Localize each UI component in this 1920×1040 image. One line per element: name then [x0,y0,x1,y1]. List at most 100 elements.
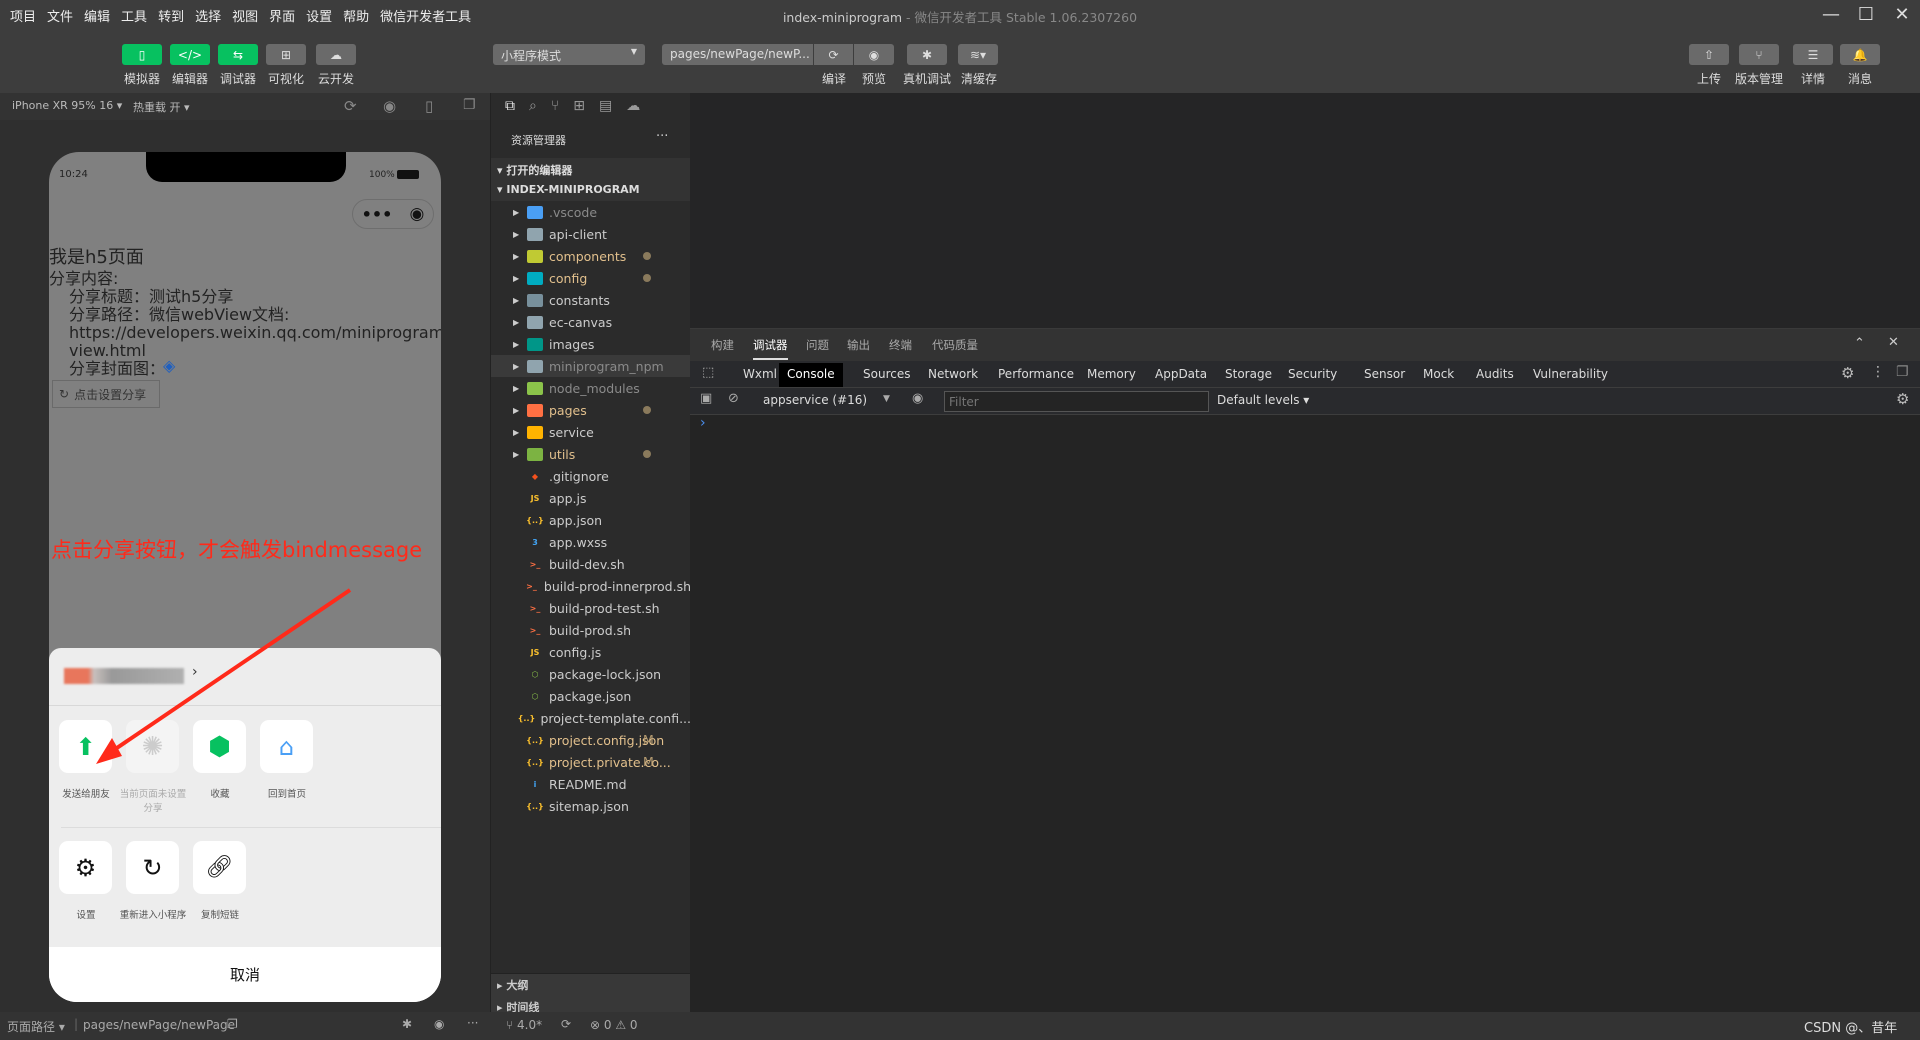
page-select[interactable]: pages/newPage/newP... [662,44,813,65]
sheet-option-2[interactable]: 🔗︎ [193,841,246,894]
code-button[interactable]: </> [170,44,210,65]
git-branch[interactable]: ⑂ 4.0* [506,1018,542,1032]
set-share-button[interactable]: ↻ 点击设置分享 [52,380,160,408]
devtools-tab[interactable]: Vulnerability [1525,363,1616,387]
devtools-tab[interactable]: Mock [1415,363,1462,387]
more-icon[interactable]: ··· [467,1016,478,1030]
folder-item[interactable]: ▶ api-client [491,223,691,245]
console-prompt[interactable]: › [700,415,706,431]
devtools-tab[interactable]: Storage [1217,363,1280,387]
file-item[interactable]: ⬡ package-lock.json [491,663,691,685]
clear-console-icon[interactable]: ⊘ [728,391,739,406]
file-item[interactable]: >_ build-dev.sh [491,553,691,575]
record-icon[interactable]: ◉ [383,97,396,115]
extensions-icon[interactable]: ⊞ [573,98,585,121]
phone-button[interactable]: ▯ [122,44,162,65]
file-item[interactable]: ⬡ package.json [491,685,691,707]
panel-tab[interactable]: 调试器 [753,337,788,360]
compile-button[interactable]: ⟳ [814,44,853,65]
panel-tab[interactable]: 输出 [847,337,870,353]
branch-button[interactable]: ⑂ [1739,44,1779,65]
exit-circle-icon[interactable]: ◉ [410,204,425,224]
file-item[interactable]: {..} project-template.confi... [491,707,691,729]
file-item[interactable]: {..} project.private.co... M [491,751,691,773]
search-icon[interactable]: ⌕ [529,98,537,121]
debug-swap-button[interactable]: ⇆ [218,44,258,65]
share-option-3[interactable]: ⌂ [260,720,313,773]
share-option-0[interactable]: ⬆ [59,720,112,773]
docker-icon[interactable]: ☁ [626,98,640,121]
bug-icon[interactable]: ✱ [402,1017,412,1031]
panel-tab[interactable]: 终端 [889,337,912,353]
open-editors-section[interactable]: ▾ 打开的编辑器 [491,158,691,179]
file-item[interactable]: >_ build-prod-test.sh [491,597,691,619]
minimize-button[interactable]: — [1819,4,1843,25]
sheet-option-0[interactable]: ⚙ [59,841,112,894]
inspect-element-icon[interactable]: ⬚ [702,365,714,380]
save-icon[interactable]: ▤ [599,98,612,121]
collapse-icon[interactable]: ⌃ [1854,336,1865,351]
devtools-tab[interactable]: Wxml [735,363,785,387]
close-window-button[interactable]: ✕ [1890,4,1914,25]
file-item[interactable]: i README.md [491,773,691,795]
folder-item[interactable]: ▶ ec-canvas [491,311,691,333]
chevron-right-icon[interactable]: › [192,664,198,680]
log-levels-select[interactable]: Default levels ▾ [1217,393,1309,407]
cancel-button[interactable]: 取消 [49,947,441,1002]
preview-button[interactable]: ◉ [854,44,894,65]
file-item[interactable]: JS app.js [491,487,691,509]
devtools-tab[interactable]: Audits [1468,363,1522,387]
filter-input[interactable] [944,391,1209,412]
problems-indicator[interactable]: ⊗ 0 ⚠ 0 [590,1018,638,1032]
folder-item[interactable]: ▶ constants [491,289,691,311]
upload-button[interactable]: ⇧ [1689,44,1729,65]
folder-item[interactable]: ▶ miniprogram_npm [491,355,691,377]
folder-item[interactable]: ▶ config [491,267,691,289]
devtools-tab[interactable]: AppData [1147,363,1215,387]
detach-window-icon[interactable]: ❐ [463,97,476,113]
devtools-tab[interactable]: Security [1280,363,1345,387]
file-item[interactable]: >_ build-prod.sh [491,619,691,641]
file-item[interactable]: ◆ .gitignore [491,465,691,487]
settings-gear-icon[interactable]: ⚙ [1841,364,1854,382]
file-item[interactable]: 3 app.wxss [491,531,691,553]
file-item[interactable]: {..} sitemap.json [491,795,691,817]
eye-icon[interactable]: ◉ [434,1017,444,1031]
panel-tab[interactable]: 代码质量 [932,337,978,353]
more-vertical-icon[interactable]: ⋮ [1871,364,1885,380]
devtools-tab[interactable]: Memory [1079,363,1144,387]
folder-item[interactable]: ▶ utils [491,443,691,465]
devtools-tab[interactable]: Sensor [1356,363,1413,387]
sync-icon[interactable]: ⟳ [561,1017,571,1031]
dock-icon[interactable]: ❐ [1896,364,1909,380]
eye-icon[interactable]: ◉ [912,391,923,406]
folder-item[interactable]: ▶ node_modules [491,377,691,399]
project-section[interactable]: ▾ INDEX-MINIPROGRAM [491,179,691,201]
page-path-select[interactable]: 页面路径 ▾ [7,1018,65,1035]
sidebar-toggle-icon[interactable]: ▣ [700,391,712,406]
folder-item[interactable]: ▶ pages [491,399,691,421]
hot-reload-toggle[interactable]: 热重载 开 ▾ [133,99,190,115]
more-dots-icon[interactable]: ••• [362,205,393,224]
clear-cache-button[interactable]: ≋▾ [958,44,998,65]
context-select[interactable]: appservice (#16) [763,393,867,407]
folder-item[interactable]: ▶ components [491,245,691,267]
close-devtools-icon[interactable]: ✕ [1888,335,1899,350]
rotate-icon[interactable]: ⟳ [344,97,357,115]
file-item[interactable]: {..} project.config.json M [491,729,691,751]
menu-button[interactable]: ☰ [1793,44,1833,65]
share-option-2[interactable]: ⬢ [193,720,246,773]
remote-debug-button[interactable]: ✱ [907,44,947,65]
console-settings-icon[interactable]: ⚙ [1896,390,1909,408]
sheet-option-1[interactable]: ↻ [126,841,179,894]
device-icon[interactable]: ▯ [425,97,433,115]
panel-tab[interactable]: 构建 [711,337,734,353]
file-item[interactable]: JS config.js [491,641,691,663]
device-select[interactable]: iPhone XR 95% 16 ▾ [12,99,122,112]
devtools-tab[interactable]: Console [779,363,843,387]
devtools-tab[interactable]: Network [920,363,986,387]
devtools-tab[interactable]: Sources [855,363,918,387]
copy-icon[interactable]: ❐ [227,1017,238,1031]
layout-button[interactable]: ⊞ [266,44,306,65]
more-icon[interactable]: ··· [656,129,668,144]
